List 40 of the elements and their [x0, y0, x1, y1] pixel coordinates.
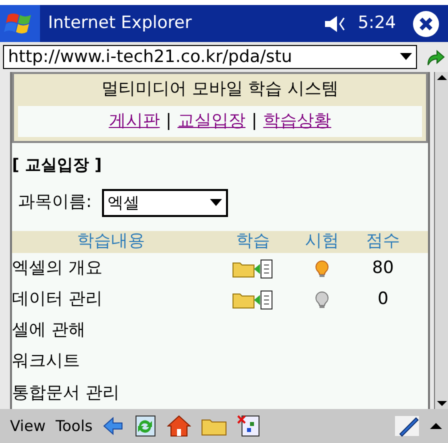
course-select[interactable]: 엑셀 — [102, 189, 228, 217]
page-title: 멀티미디어 모바일 학습 시스템 — [100, 78, 340, 101]
back-arrow-icon[interactable] — [102, 417, 123, 435]
nav-link[interactable]: 게시판 — [108, 108, 160, 134]
home-icon[interactable] — [166, 415, 191, 437]
window-title: Internet Explorer — [48, 12, 192, 35]
section-heading: [ 교실입장 ] — [12, 154, 103, 176]
address-url: http://www.i-tech21.co.kr/pda/stu — [7, 48, 294, 66]
course-label: 과목이름: — [18, 191, 92, 214]
column-header: 학습 — [235, 230, 271, 254]
lesson-title: 셀에 관해 — [12, 319, 86, 342]
start-logo-icon[interactable] — [0, 5, 40, 42]
link-separator: | — [166, 110, 172, 132]
nav-link[interactable]: 학습상황 — [263, 108, 332, 134]
scrollbar[interactable] — [434, 72, 448, 409]
score: 0 — [376, 288, 390, 312]
lesson-title: 워크시트 — [12, 350, 81, 374]
input-pen-icon[interactable] — [394, 414, 420, 438]
menu-item[interactable]: Tools — [56, 414, 93, 438]
nav-link[interactable]: 교실입장 — [178, 108, 246, 134]
sip-up-arrow-icon[interactable] — [430, 421, 442, 431]
column-header: 점수 — [365, 230, 401, 254]
clock[interactable]: 5:24 — [358, 10, 396, 36]
folder-document-icon[interactable] — [232, 288, 274, 311]
lesson-title: 엑셀의 개요 — [12, 256, 104, 280]
score: 80 — [371, 256, 395, 280]
column-header: 학습내용 — [76, 230, 146, 254]
close-icon[interactable] — [412, 10, 440, 38]
column-header: 시험 — [304, 230, 340, 254]
link-separator: | — [252, 110, 258, 132]
document-icon[interactable] — [236, 414, 261, 438]
folder-document-icon[interactable] — [232, 258, 274, 280]
go-arrow-icon[interactable] — [425, 47, 445, 67]
dropdown-arrow-icon — [210, 199, 222, 207]
lesson-title: 데이터 관리 — [12, 288, 104, 312]
dropdown-arrow-icon[interactable] — [400, 53, 412, 61]
menu-item[interactable]: View — [10, 414, 46, 438]
refresh-icon[interactable] — [132, 414, 157, 438]
address-field[interactable]: http://www.i-tech21.co.kr/pda/stu — [3, 45, 417, 69]
lesson-title: 통합문서 관리 — [12, 382, 120, 405]
